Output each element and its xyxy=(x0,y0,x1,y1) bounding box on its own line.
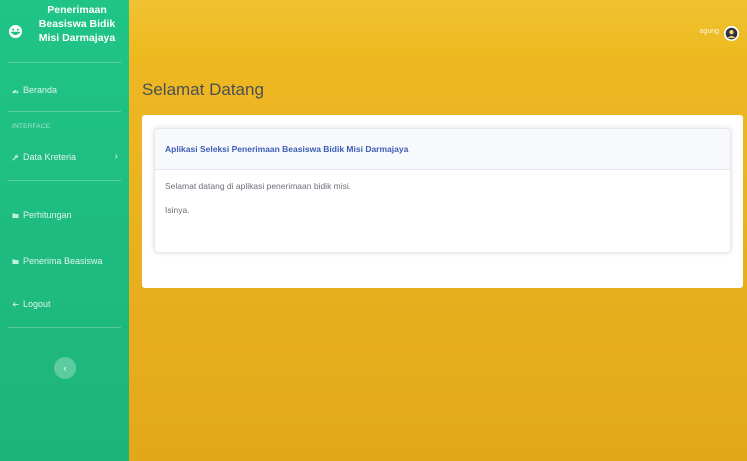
card-body-text: Selamat datang di aplikasi penerimaan bi… xyxy=(165,181,352,191)
smiley-icon xyxy=(8,24,23,39)
sidebar-item-label: Logout xyxy=(23,299,51,309)
card-body: Selamat datang di aplikasi penerimaan bi… xyxy=(155,170,730,240)
sidebar-item-label: Beranda xyxy=(23,85,58,95)
chevron-right-icon: › xyxy=(114,151,118,162)
sidebar-divider xyxy=(8,180,121,181)
brand-title-line3: Misi Darmajaya xyxy=(38,32,116,44)
sidebar-item-label: Perhitungan xyxy=(23,210,72,220)
sidebar-brand[interactable]: Penerimaan Beasiswa Bidik Misi Darmajaya xyxy=(0,0,129,60)
sidebar-divider xyxy=(8,327,121,328)
dashboard-icon xyxy=(12,89,19,93)
sidebar-divider xyxy=(8,62,121,63)
brand-title-line2: Beasiswa Bidik xyxy=(38,18,116,30)
sidebar-heading: INTERFACE xyxy=(12,123,51,130)
sidebar-item-perhitungan[interactable]: Perhitungan xyxy=(0,205,129,225)
sidebar-item-logout[interactable]: Logout xyxy=(0,294,129,314)
user-avatar-icon xyxy=(724,26,739,41)
card-header: Aplikasi Seleksi Penerimaan Beasiswa Bid… xyxy=(155,129,730,170)
sidebar-item-beranda[interactable]: Beranda xyxy=(0,80,129,100)
content-container: Aplikasi Seleksi Penerimaan Beasiswa Bid… xyxy=(142,115,743,288)
user-avatar[interactable] xyxy=(724,26,739,41)
brand-title: Penerimaan Beasiswa Bidik Misi Darmajaya xyxy=(28,3,126,45)
arrow-left-icon xyxy=(12,301,19,307)
sidebar-item-data-kreteria[interactable]: Data Kreteria › xyxy=(0,147,129,167)
topbar: agung xyxy=(129,0,747,60)
wrench-icon xyxy=(12,153,19,161)
card-body-text: Isinya. xyxy=(165,205,190,215)
page-title: Selamat Datang xyxy=(142,80,264,99)
welcome-card: Aplikasi Seleksi Penerimaan Beasiswa Bid… xyxy=(154,128,731,253)
folder-icon xyxy=(12,258,19,264)
sidebar-item-label: Penerima Beasiswa xyxy=(23,256,103,266)
sidebar-item-penerima-beasiswa[interactable]: Penerima Beasiswa xyxy=(0,251,129,271)
sidebar-toggle-button[interactable]: ‹ xyxy=(54,357,76,379)
sidebar-item-label: Data Kreteria xyxy=(23,152,77,162)
main-content: Selamat Datang Aplikasi Seleksi Penerima… xyxy=(129,60,747,461)
brand-title-line1: Penerimaan xyxy=(47,4,107,16)
user-name[interactable]: agung xyxy=(700,28,719,35)
folder-icon xyxy=(12,212,19,218)
sidebar-divider xyxy=(8,111,121,112)
sidebar: Penerimaan Beasiswa Bidik Misi Darmajaya… xyxy=(0,0,129,461)
